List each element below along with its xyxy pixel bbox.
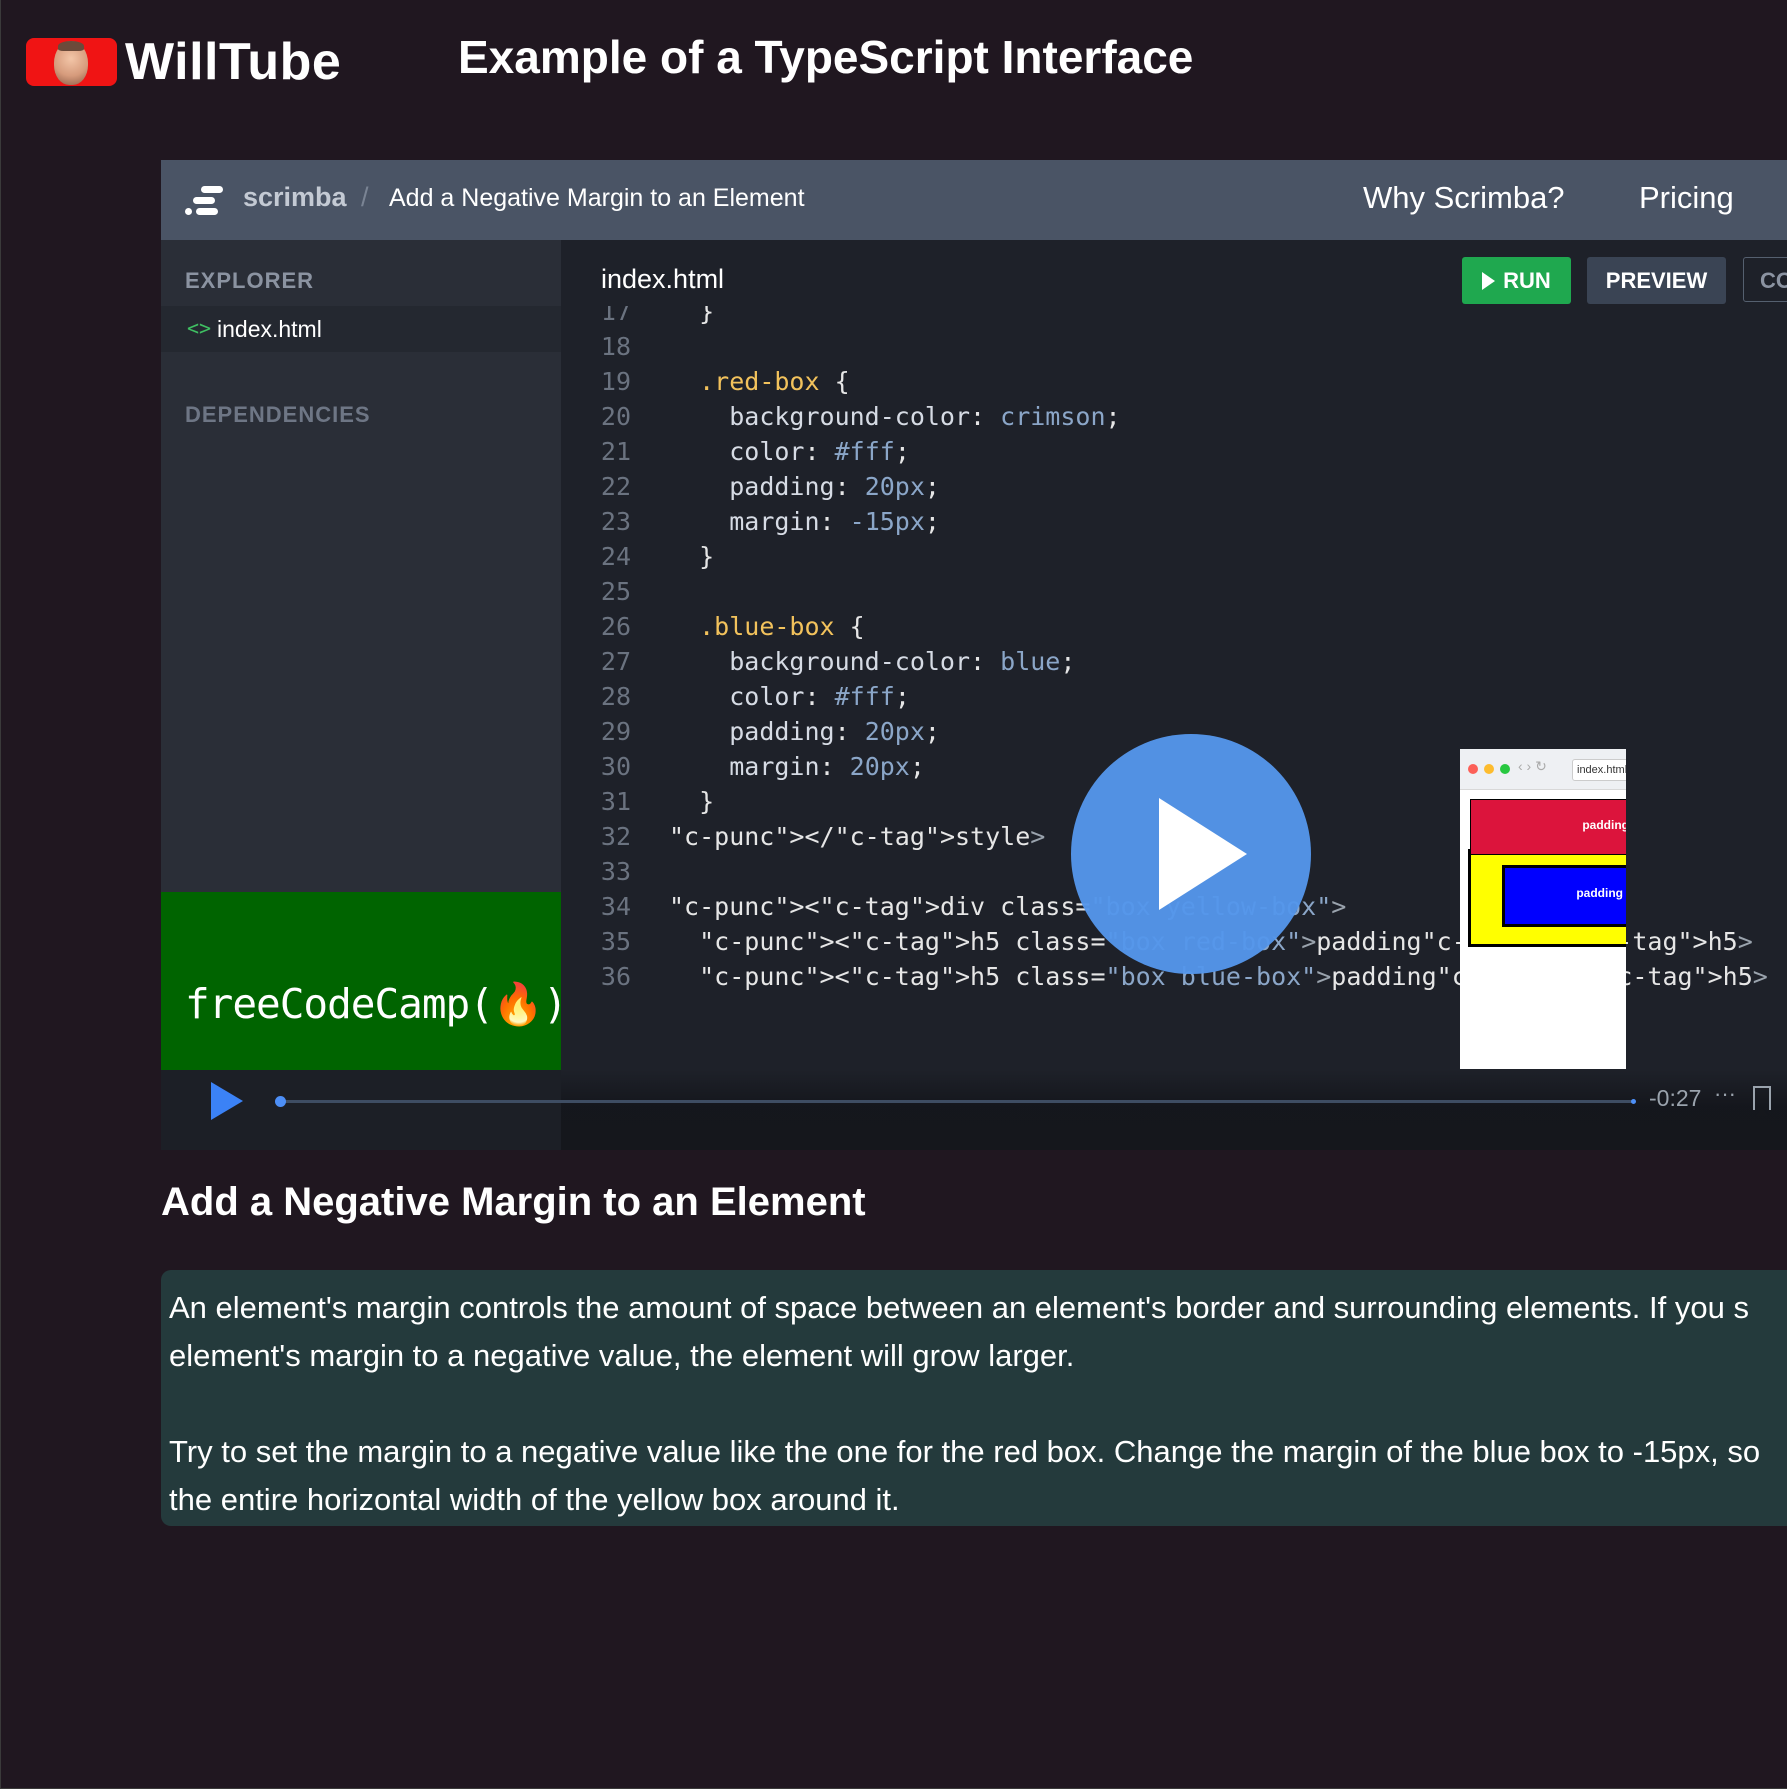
progress-knob[interactable] <box>275 1096 286 1107</box>
play-button[interactable] <box>211 1082 243 1120</box>
page-title: Example of a TypeScript Interface <box>458 31 1194 83</box>
preview-red-label: padding <box>1582 818 1626 832</box>
scrimba-brand[interactable]: scrimba <box>243 182 347 213</box>
desc-line: An element's margin controls the amount … <box>169 1290 1749 1325</box>
progress-end-marker <box>1631 1099 1636 1104</box>
preview-red-box: padding <box>1470 799 1626 855</box>
line-number: 29 <box>600 717 631 746</box>
lesson-title: Add a Negative Margin to an Element <box>161 1180 866 1224</box>
code-text: .blue-box { <box>699 612 865 641</box>
minimize-dot-icon <box>1484 764 1494 774</box>
desc-line: the entire horizontal width of the yello… <box>169 1482 900 1517</box>
editor-tab[interactable]: index.html <box>601 264 724 295</box>
line-number: 27 <box>600 647 631 676</box>
avatar <box>54 41 88 85</box>
time-remaining: -0:27 <box>1649 1085 1702 1111</box>
more-options-icon[interactable]: ··· <box>1714 1081 1736 1107</box>
code-text: } <box>669 306 715 326</box>
controls-gradient <box>561 1070 1787 1150</box>
line-number: 35 <box>600 927 631 956</box>
nav-arrows-icon: ‹ › ↻ <box>1518 758 1547 774</box>
code-text: } <box>669 787 715 816</box>
scrimba-header: scrimba / Add a Negative Margin to an El… <box>161 160 1787 240</box>
code-text: } <box>669 542 715 571</box>
line-number: 20 <box>600 402 631 431</box>
code-text: padding: 20px; <box>729 472 940 501</box>
explorer-file-index[interactable]: <> index.html <box>161 306 561 352</box>
run-button-label: RUN <box>1503 267 1551 293</box>
mini-browser-bar: ‹ › ↻ index.html <box>1460 749 1626 790</box>
line-number: 26 <box>600 612 631 641</box>
explorer-header: EXPLORER <box>185 268 315 293</box>
line-number: 34 <box>600 892 631 921</box>
mini-preview-window[interactable]: ‹ › ↻ index.html padding padding <box>1460 749 1626 1069</box>
code-text: color: #fff; <box>729 682 910 711</box>
line-number: 25 <box>600 577 631 606</box>
preview-blue-box: padding <box>1502 865 1626 927</box>
logo-text: WillTube <box>125 33 342 91</box>
nav-pricing[interactable]: Pricing <box>1639 180 1734 216</box>
explorer-file-label: index.html <box>217 316 322 342</box>
mini-url: index.html <box>1572 759 1626 781</box>
bookmark-icon[interactable] <box>1753 1086 1771 1116</box>
file-explorer: EXPLORER <> index.html DEPENDENCIES free… <box>161 240 568 1150</box>
close-dot-icon <box>1468 764 1478 774</box>
lesson-description: An element's margin controls the amount … <box>161 1270 1787 1526</box>
line-number: 36 <box>600 962 631 991</box>
console-button[interactable]: CO <box>1743 257 1787 302</box>
line-number: 31 <box>600 787 631 816</box>
dependencies-header: DEPENDENCIES <box>185 402 371 427</box>
line-number: 32 <box>600 822 631 851</box>
code-text: color: #fff; <box>729 437 910 466</box>
breadcrumb-separator: / <box>361 182 369 212</box>
desc-line: element's margin to a negative value, th… <box>169 1338 1075 1373</box>
desc-line: Try to set the margin to a negative valu… <box>169 1434 1761 1469</box>
code-text: background-color: blue; <box>729 647 1076 676</box>
freecodecamp-logo-text: freeCodeCamp(🔥) <box>185 980 568 1028</box>
code-file-icon: <> <box>187 316 212 340</box>
progress-track[interactable] <box>279 1100 1634 1103</box>
play-icon <box>1482 271 1496 290</box>
line-number: 24 <box>600 542 631 571</box>
logo-badge <box>26 38 117 86</box>
scrimba-logo-icon[interactable] <box>185 186 229 216</box>
preview-blue-label: padding <box>1576 886 1623 900</box>
line-number: 21 <box>600 437 631 466</box>
line-number: 22 <box>600 472 631 501</box>
line-number: 28 <box>600 682 631 711</box>
line-number: 23 <box>600 507 631 536</box>
line-number: 19 <box>600 367 631 396</box>
line-number: 33 <box>600 857 631 886</box>
code-text: padding: 20px; <box>729 717 940 746</box>
breadcrumb-lesson: Add a Negative Margin to an Element <box>389 184 805 212</box>
line-number: 30 <box>600 752 631 781</box>
preview-button[interactable]: PREVIEW <box>1587 257 1726 304</box>
run-button[interactable]: RUN <box>1462 257 1571 304</box>
nav-why-scrimba[interactable]: Why Scrimba? <box>1363 180 1565 216</box>
big-play-button[interactable] <box>1071 734 1311 974</box>
code-text: margin: -15px; <box>729 507 940 536</box>
code-text: "c-punc"></"c-tag">style> <box>669 822 1046 851</box>
code-text: .red-box { <box>699 367 850 396</box>
maximize-dot-icon <box>1500 764 1510 774</box>
line-number: 18 <box>600 332 631 361</box>
code-text: background-color: crimson; <box>729 402 1121 431</box>
code-text: margin: 20px; <box>729 752 925 781</box>
willtube-logo[interactable]: WillTube <box>26 32 341 92</box>
